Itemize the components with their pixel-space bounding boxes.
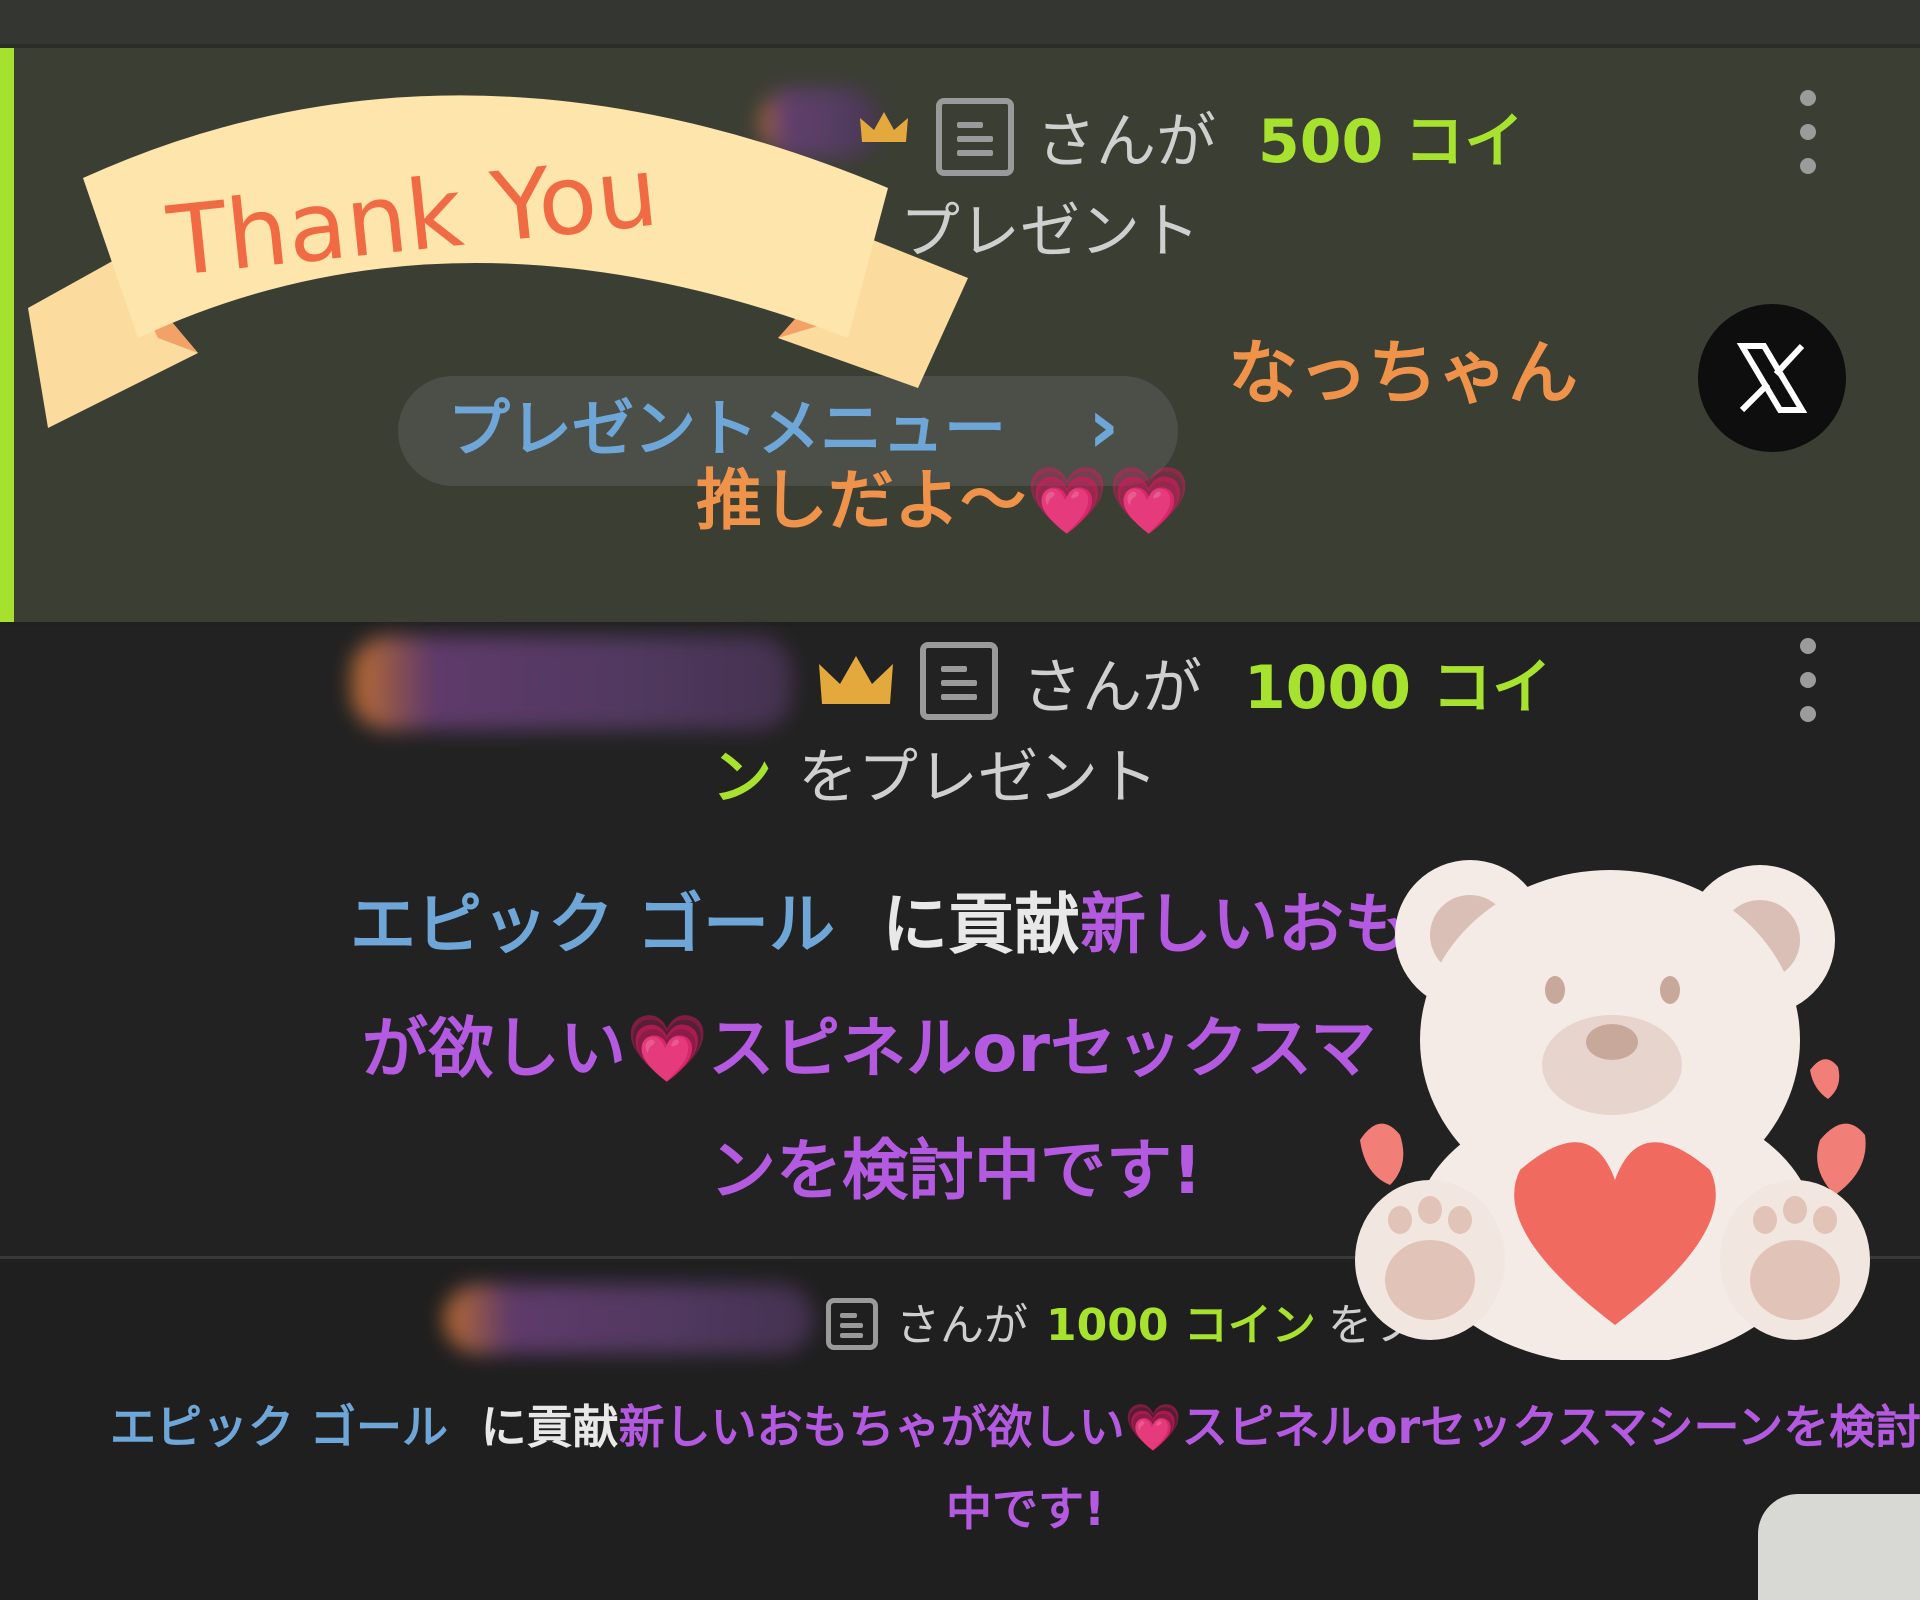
coin-amount: 500 コイ [1258, 107, 1525, 177]
message-text: が欲しい [362, 1010, 626, 1087]
message-text: スピネルorセックスマ [708, 1010, 1377, 1087]
goal-message-line2: が欲しい💗スピネルorセックスマ [362, 1016, 1376, 1082]
heart-emoji: 💗💗 [1026, 462, 1191, 539]
gift-feed: さんが 500 コイ プレゼント プレゼントメニュー › なっちゃん 推しだよ〜… [0, 0, 1920, 1600]
contrib-label: に貢献 [480, 1400, 619, 1454]
goal-message-line1: エピック ゴール に貢献新しいおもちゃが欲しい💗スピネルorセックスマシーンを検… [110, 1404, 1920, 1450]
coin-amount: 1000 コイン [1046, 1300, 1316, 1351]
gift-nickname: なっちゃん [1228, 332, 1578, 414]
corner-thumbnail [1758, 1494, 1920, 1600]
goal-message-line3: ンを検討中です! [710, 1132, 1203, 1209]
sender-name-blurred [352, 636, 792, 730]
x-logo-icon [1736, 343, 1808, 413]
gift-message-text: 推しだよ〜 [696, 462, 1026, 539]
x-share-button[interactable] [1698, 304, 1846, 452]
gift-card-highlighted[interactable]: さんが 500 コイ プレゼント プレゼントメニュー › なっちゃん 推しだよ〜… [0, 48, 1920, 622]
message-text: 新しいおもちゃが欲しい [618, 1400, 1125, 1454]
coin-amount-tail: ン [712, 743, 772, 813]
teddy-bear-sticker [1355, 860, 1870, 1360]
document-icon[interactable] [826, 1298, 878, 1350]
sender-suffix: さんが [896, 1300, 1028, 1351]
chevron-right-icon: › [1088, 381, 1120, 470]
heart-emoji: 💗 [626, 1010, 709, 1087]
more-vertical-icon[interactable] [1800, 638, 1816, 740]
gift-message: 推しだよ〜💗💗 [696, 468, 1190, 534]
sender-name-blurred [444, 1284, 814, 1354]
message-text: スピネルorセックスマシーンを検討 [1181, 1400, 1920, 1454]
contrib-label: に貢献 [881, 886, 1080, 963]
goal-message-line2: 中です! [946, 1482, 1105, 1536]
present-label: をプレゼント [798, 743, 1158, 813]
thank-you-ribbon-sticker: Thank You [28, 95, 968, 428]
crown-icon [819, 656, 893, 704]
coin-amount: 1000 コイ [1244, 653, 1552, 723]
goal-message-line1: エピック ゴール に貢献新しいおも [350, 892, 1410, 958]
previous-item-edge [0, 0, 1920, 48]
sender-suffix: さんが [1036, 107, 1216, 177]
epic-goal-label[interactable]: エピック ゴール [110, 1400, 448, 1454]
heart-emoji: 💗 [1124, 1400, 1182, 1454]
document-icon[interactable] [920, 642, 998, 720]
epic-goal-label[interactable]: エピック ゴール [350, 886, 835, 963]
sender-suffix: さんが [1022, 653, 1202, 723]
more-vertical-icon[interactable] [1800, 90, 1816, 192]
